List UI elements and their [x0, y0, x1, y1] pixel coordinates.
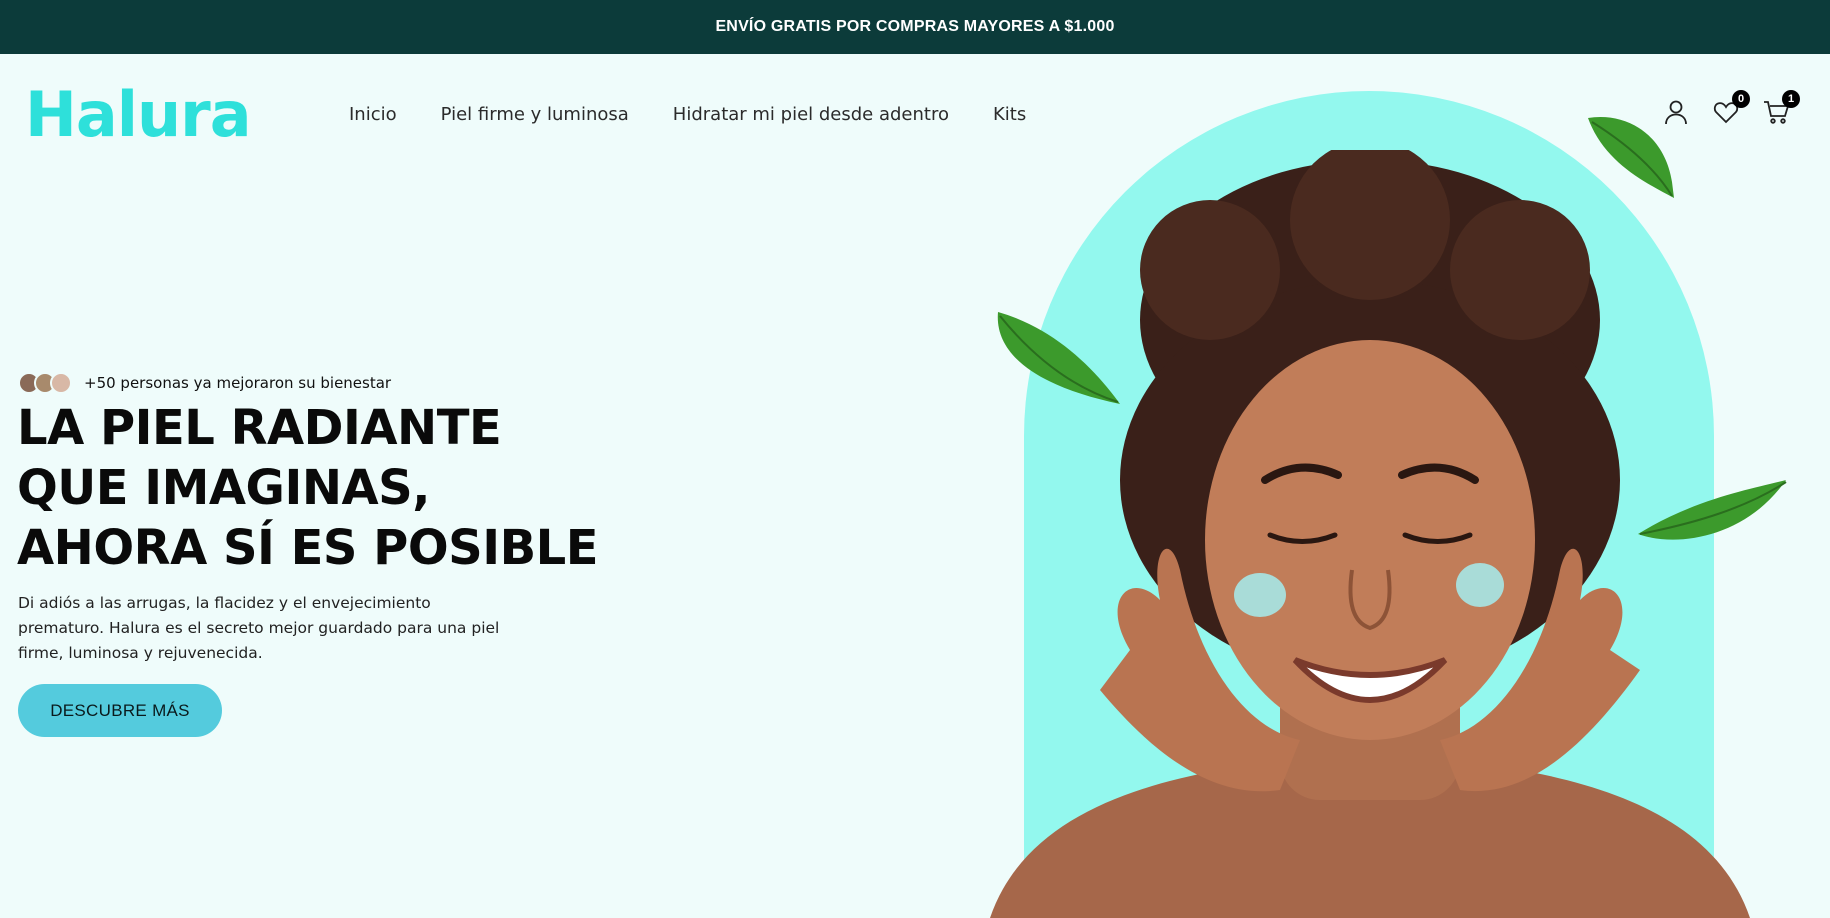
discover-more-button[interactable]: DESCUBRE MÁS	[18, 684, 222, 737]
leaf-decoration	[1588, 116, 1674, 198]
headline-line: AHORA SÍ ES POSIBLE	[17, 520, 599, 576]
hero-headline: LA PIEL RADIANTE QUE IMAGINAS, AHORA SÍ …	[17, 398, 599, 578]
leaf-decoration	[1638, 480, 1787, 540]
nav-item-kits[interactable]: Kits	[993, 104, 1026, 125]
social-proof: +50 personas ya mejoraron su bienestar	[18, 372, 391, 394]
wishlist-count-badge: 0	[1732, 90, 1750, 108]
heart-icon[interactable]: 0	[1712, 90, 1750, 126]
nav-item-piel-firme[interactable]: Piel firme y luminosa	[441, 104, 629, 125]
nav-item-inicio[interactable]: Inicio	[349, 104, 397, 125]
cart-icon[interactable]: 1	[1762, 90, 1800, 126]
header-icons: 0 1	[1662, 90, 1800, 126]
announcement-bar: ENVÍO GRATIS POR COMPRAS MAYORES A $1.00…	[0, 0, 1830, 54]
headline-line: QUE IMAGINAS,	[17, 460, 430, 516]
customer-avatars	[18, 372, 72, 394]
leaf-decoration	[997, 312, 1120, 404]
avatar	[50, 372, 72, 394]
main-nav: Inicio Piel firme y luminosa Hidratar mi…	[349, 104, 1026, 125]
announcement-text: ENVÍO GRATIS POR COMPRAS MAYORES A $1.00…	[715, 18, 1115, 35]
hero-description: Di adiós a las arrugas, la flacidez y el…	[18, 594, 500, 662]
nav-item-hidratar[interactable]: Hidratar mi piel desde adentro	[673, 104, 949, 125]
cart-count-badge: 1	[1782, 90, 1800, 108]
brand-logo[interactable]: Halura	[25, 84, 252, 146]
social-proof-text: +50 personas ya mejoraron su bienestar	[84, 374, 392, 392]
headline-line: LA PIEL RADIANTE	[17, 400, 502, 456]
